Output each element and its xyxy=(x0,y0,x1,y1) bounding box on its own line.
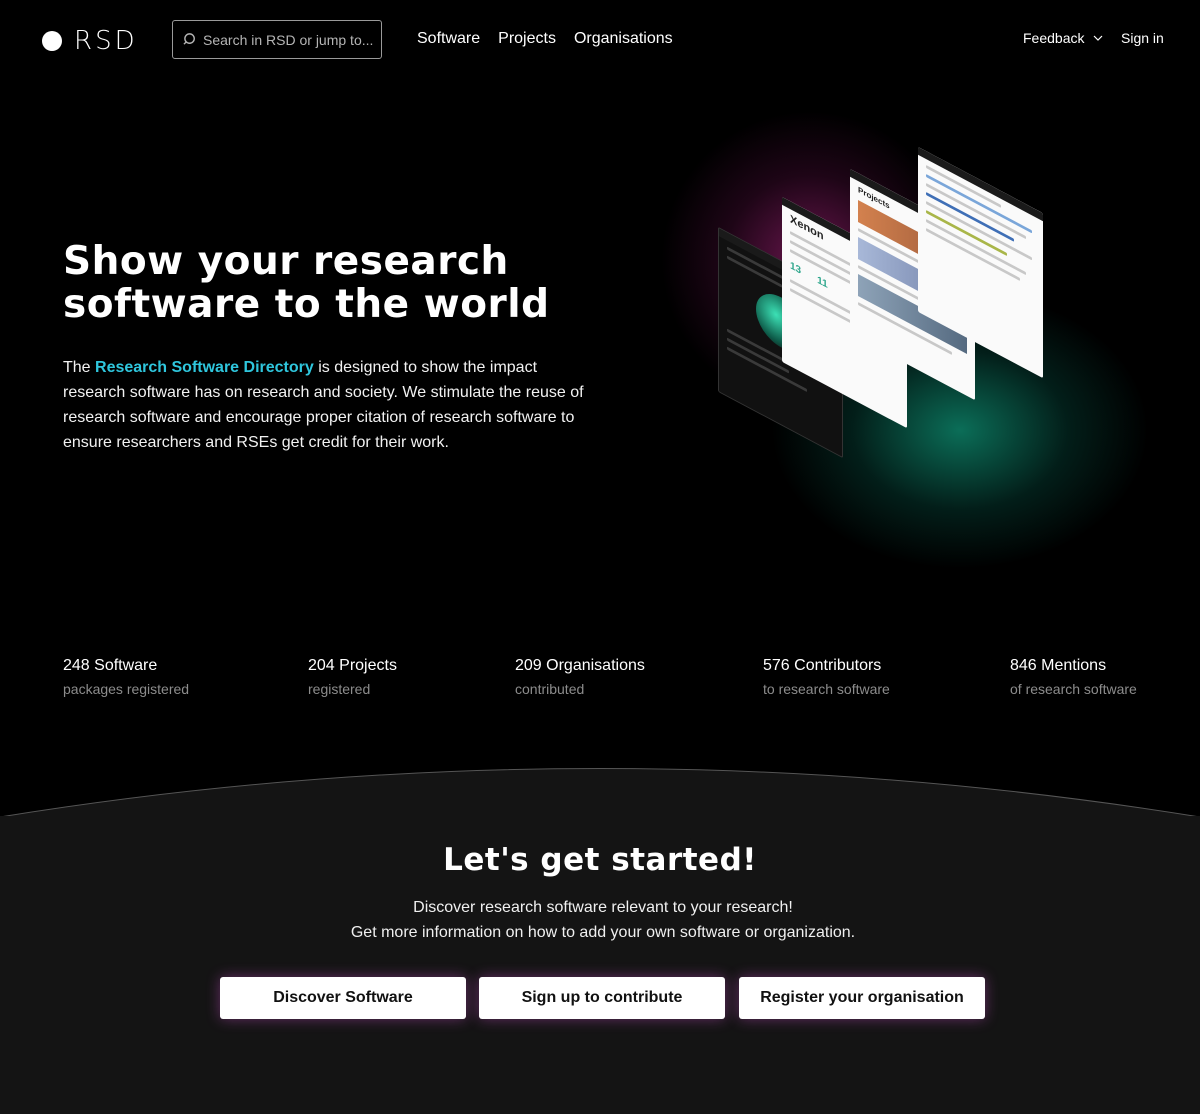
stat-value: 576 Contributors xyxy=(763,657,882,674)
stat-value: 209 Organisations xyxy=(515,657,645,674)
section-curve-divider xyxy=(0,768,1200,820)
stat-value: 846 Mentions xyxy=(1010,657,1107,674)
panel-number-1: 13 xyxy=(790,260,802,277)
hero-title-line-1: Show your research xyxy=(63,239,509,284)
search-input[interactable]: Search in RSD or jump to... xyxy=(172,20,382,59)
feedback-button[interactable]: Feedback xyxy=(1023,30,1104,46)
search-placeholder: Search in RSD or jump to... xyxy=(203,31,374,48)
sign-in-link[interactable]: Sign in xyxy=(1121,30,1164,46)
sign-up-button[interactable]: Sign up to contribute xyxy=(479,977,725,1019)
stat-contributors: 576 Contributors to research software xyxy=(763,656,890,699)
nav-software[interactable]: Software xyxy=(417,29,480,49)
search-icon xyxy=(183,33,195,45)
stat-label: registered xyxy=(308,681,371,697)
stat-value: 204 Projects xyxy=(308,657,397,674)
panel-number-2: 11 xyxy=(817,274,828,292)
get-started-line-1: Discover research software relevant to y… xyxy=(413,899,793,916)
stat-label: of research software xyxy=(1010,681,1137,697)
logo-circle-icon xyxy=(42,31,62,51)
stat-label: packages registered xyxy=(63,681,190,697)
hero-text-prefix: The xyxy=(63,359,96,376)
stat-label: to research software xyxy=(763,681,890,697)
rsd-logo[interactable]: RSD xyxy=(42,28,138,54)
stat-label: contributed xyxy=(515,681,585,697)
get-started-line-2: Get more information on how to add your … xyxy=(350,924,856,941)
feedback-label: Feedback xyxy=(1023,30,1085,46)
nav-organisations[interactable]: Organisations xyxy=(574,29,673,49)
get-started-title: Let's get started! xyxy=(443,842,757,878)
hero-illustration: Xenon 13 11 Projects xyxy=(620,110,1160,570)
stat-projects: 204 Projects registered xyxy=(308,656,397,699)
stat-organisations: 209 Organisations contributed xyxy=(515,656,645,699)
discover-software-button[interactable]: Discover Software xyxy=(220,977,466,1019)
hero-title: Show your research software to the world xyxy=(63,240,623,326)
stat-value: 248 Software xyxy=(63,657,158,674)
stat-mentions: 846 Mentions of research software xyxy=(1010,656,1137,699)
chevron-down-icon xyxy=(1094,35,1103,41)
rsd-link[interactable]: Research Software Directory xyxy=(95,359,314,376)
hero-title-line-2: software to the world xyxy=(63,282,550,327)
register-organisation-button[interactable]: Register your organisation xyxy=(739,977,985,1019)
stat-software: 248 Software packages registered xyxy=(63,656,189,699)
nav-projects[interactable]: Projects xyxy=(498,29,556,49)
main-nav: Software Projects Organisations xyxy=(417,29,673,49)
top-navigation-bar: RSD Search in RSD or jump to... Software… xyxy=(0,0,1200,80)
hero-description: The Research Software Directory is desig… xyxy=(63,355,593,455)
logo-text: RSD xyxy=(74,26,138,56)
